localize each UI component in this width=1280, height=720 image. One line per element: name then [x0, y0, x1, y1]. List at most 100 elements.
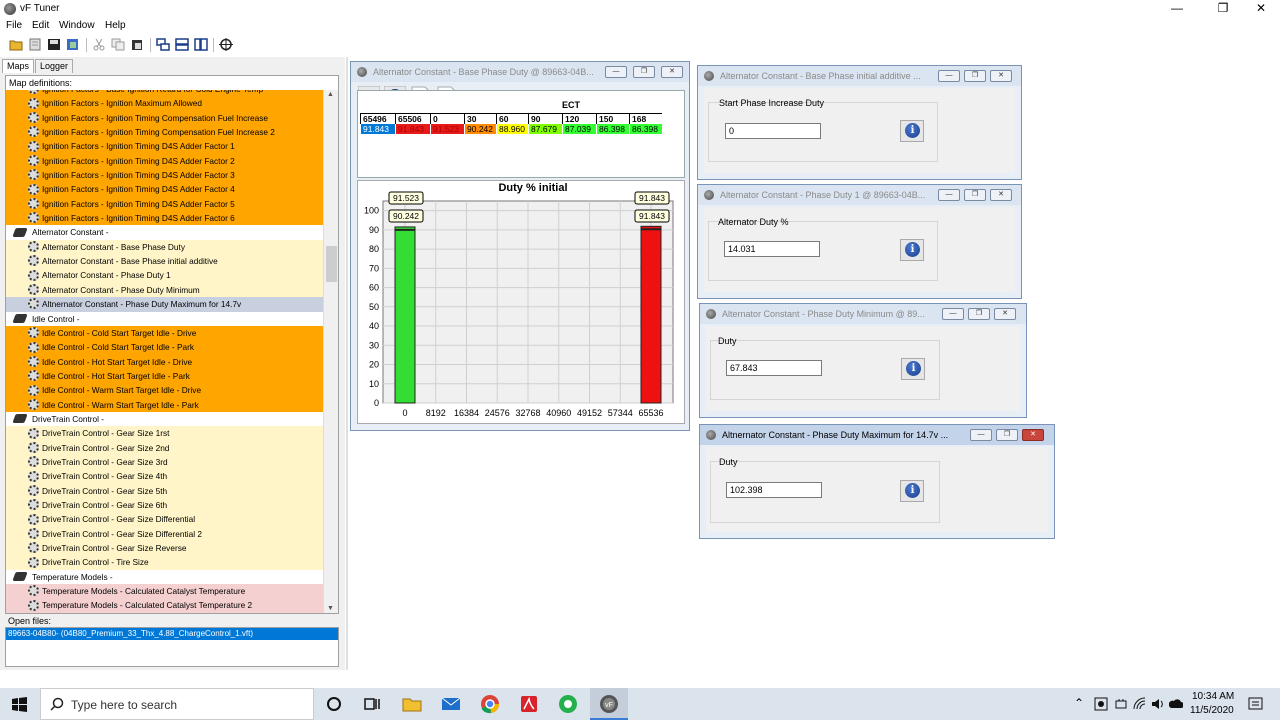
window-minimize-button[interactable]: —	[938, 70, 960, 82]
value-cell[interactable]: 91.843	[360, 124, 395, 134]
window-title-bar[interactable]: Alternator Constant - Base Phase initial…	[698, 66, 1021, 86]
tree-item[interactable]: Ignition Factors - Ignition Timing D4S A…	[6, 196, 324, 212]
minimize-button[interactable]: —	[1162, 0, 1192, 18]
tree-group[interactable]: Temperature Models -	[6, 569, 324, 585]
window-minimize-button[interactable]: —	[938, 189, 960, 201]
clock-time[interactable]: 10:34 AM	[1192, 691, 1234, 702]
tree-item[interactable]: DriveTrain Control - Gear Size Different…	[6, 526, 324, 541]
tree-item[interactable]: Alternator Constant - Phase Duty 1	[6, 268, 324, 283]
save-icon[interactable]	[47, 38, 61, 51]
window-minimize-button[interactable]: —	[970, 429, 992, 441]
tree-item[interactable]: Ignition Factors - Ignition Timing D4S A…	[6, 211, 324, 226]
tree-item[interactable]: Temperature Models - Calculated Catalyst…	[6, 598, 324, 613]
tab-logger[interactable]: Logger	[35, 59, 74, 73]
tree-item[interactable]: DriveTrain Control - Gear Size 1rst	[6, 426, 324, 441]
tree-item[interactable]: Ignition Factors - Ignition Timing D4S A…	[6, 153, 324, 169]
window-maximize-button[interactable]: ❐	[996, 429, 1018, 441]
taskbar-search[interactable]: Type here to search	[40, 688, 314, 720]
tab-maps[interactable]: Maps	[2, 59, 35, 73]
tray-usb-icon[interactable]	[1114, 697, 1128, 711]
window-close-button[interactable]: ✕	[990, 189, 1012, 201]
window-close-button[interactable]: ✕	[990, 70, 1012, 82]
tree-item[interactable]: Ignition Factors - Ignition Timing D4S A…	[6, 182, 324, 197]
value-cell[interactable]: 90.242	[464, 124, 496, 134]
scroll-down-icon[interactable]: ▼	[327, 605, 334, 612]
window-maximize-button[interactable]: ❐	[633, 66, 655, 78]
window-maximize-button[interactable]: ❐	[964, 70, 986, 82]
value-cell[interactable]: 87.679	[528, 124, 562, 134]
axis-header-cell[interactable]: 120	[562, 114, 596, 124]
tree-item[interactable]: DriveTrain Control - Gear Size 3rd	[6, 454, 324, 470]
task-view-icon[interactable]	[362, 694, 382, 714]
tree-group[interactable]: Idle Control -	[6, 311, 324, 326]
tree-item[interactable]: Idle Control - Hot Start Target Idle - D…	[6, 354, 324, 369]
tree-item[interactable]: Ignition Factors - Ignition Timing D4S A…	[6, 168, 324, 183]
tree-group[interactable]: Alternator Constant -	[6, 225, 324, 240]
onedrive-icon[interactable]	[1169, 697, 1183, 711]
tree-item[interactable]: DriveTrain Control - Gear Size Reverse	[6, 541, 324, 556]
tree-item[interactable]: Idle Control - Warm Start Target Idle - …	[6, 383, 324, 398]
tree-item[interactable]: DriveTrain Control - Gear Size 5th	[6, 483, 324, 498]
axis-header-cell[interactable]: 30	[464, 114, 496, 124]
tree-item[interactable]: DriveTrain Control - Tire Size	[6, 555, 324, 570]
window-maximize-button[interactable]: ❐	[968, 308, 990, 320]
window-title-bar[interactable]: Alternator Constant - Phase Duty Minimum…	[700, 304, 1026, 324]
cascade-windows-icon[interactable]	[156, 38, 170, 51]
cortana-icon[interactable]	[324, 694, 344, 714]
value-cell[interactable]: 86.398	[596, 124, 629, 134]
scroll-thumb[interactable]	[326, 246, 337, 282]
tree-item[interactable]: Alternator Constant - Phase Duty Minimum	[6, 282, 324, 298]
tree-item[interactable]: DriveTrain Control - Gear Size 4th	[6, 469, 324, 484]
value-cell[interactable]: 88.960	[496, 124, 528, 134]
scroll-up-icon[interactable]: ▲	[327, 91, 334, 98]
info-button[interactable]: i	[901, 358, 925, 380]
value-input[interactable]	[726, 360, 822, 376]
window-close-button[interactable]: ✕	[661, 66, 683, 78]
windows-start-icon[interactable]	[12, 697, 27, 712]
tree-item[interactable]: Ignition Factors - Ignition Timing D4S A…	[6, 139, 324, 154]
window-close-button[interactable]: ✕	[994, 308, 1016, 320]
menu-file[interactable]: File	[6, 20, 22, 31]
tree-item[interactable]: Ignition Factors - Ignition Timing Compe…	[6, 110, 324, 126]
close-button[interactable]: ✕	[1246, 0, 1276, 18]
tree-item[interactable]: Idle Control - Warm Start Target Idle - …	[6, 397, 324, 412]
value-cell[interactable]: 87.039	[562, 124, 596, 134]
window-minimize-button[interactable]: —	[942, 308, 964, 320]
axis-header-cell[interactable]: 65496	[360, 114, 395, 124]
clock-date[interactable]: 11/5/2020	[1190, 705, 1234, 716]
info-button[interactable]: i	[900, 120, 924, 142]
tile-vertical-icon[interactable]	[194, 38, 208, 51]
axis-header-cell[interactable]: 150	[596, 114, 629, 124]
tree-item[interactable]: DriveTrain Control - Gear Size 2nd	[6, 440, 324, 455]
tree-item[interactable]: Idle Control - Cold Start Target Idle - …	[6, 340, 324, 355]
tree-item[interactable]: Altnernator Constant - Phase Duty Maximu…	[6, 297, 324, 312]
value-cell[interactable]: 91.523	[430, 124, 464, 134]
tree-scrollbar[interactable]: ▲ ▼	[323, 90, 338, 613]
window-title-bar[interactable]: Alternator Constant - Base Phase Duty @ …	[351, 62, 689, 82]
value-input[interactable]	[725, 123, 821, 139]
tree-item[interactable]: Ignition Factors - Ignition Timing Compe…	[6, 125, 324, 140]
wifi-icon[interactable]	[1133, 697, 1147, 711]
open-file-icon[interactable]	[28, 38, 42, 51]
menu-help[interactable]: Help	[105, 20, 126, 31]
tile-horizontal-icon[interactable]	[175, 38, 189, 51]
window-close-button[interactable]: ✕	[1022, 429, 1044, 441]
tree-item[interactable]: Ignition Factors - Ignition Maximum Allo…	[6, 96, 324, 111]
axis-header-cell[interactable]: 90	[528, 114, 562, 124]
menu-window[interactable]: Window	[59, 20, 95, 31]
axis-header-cell[interactable]: 168	[629, 114, 662, 124]
value-cell[interactable]: 91.843	[395, 124, 430, 134]
tree-item[interactable]: Idle Control - Cold Start Target Idle - …	[6, 325, 324, 341]
open-file-item[interactable]: 89663-04B80- (04B80_Premium_33_Thx_4.88_…	[6, 628, 338, 640]
maximize-button[interactable]: ❐	[1208, 0, 1238, 18]
value-cell[interactable]: 86.398	[629, 124, 662, 134]
window-title-bar[interactable]: Altnernator Constant - Phase Duty Maximu…	[700, 425, 1054, 445]
notifications-icon[interactable]	[1248, 697, 1263, 712]
window-maximize-button[interactable]: ❐	[964, 189, 986, 201]
tree-item[interactable]: Idle Control - Hot Start Target Idle - P…	[6, 368, 324, 384]
vf-tuner-taskbar-item[interactable]: vF	[590, 688, 628, 720]
cut-icon[interactable]	[92, 38, 106, 51]
tree-item[interactable]: Alternator Constant - Base Phase initial…	[6, 254, 324, 269]
window-title-bar[interactable]: Alternator Constant - Phase Duty 1 @ 896…	[698, 185, 1021, 205]
info-button[interactable]: i	[900, 239, 924, 261]
